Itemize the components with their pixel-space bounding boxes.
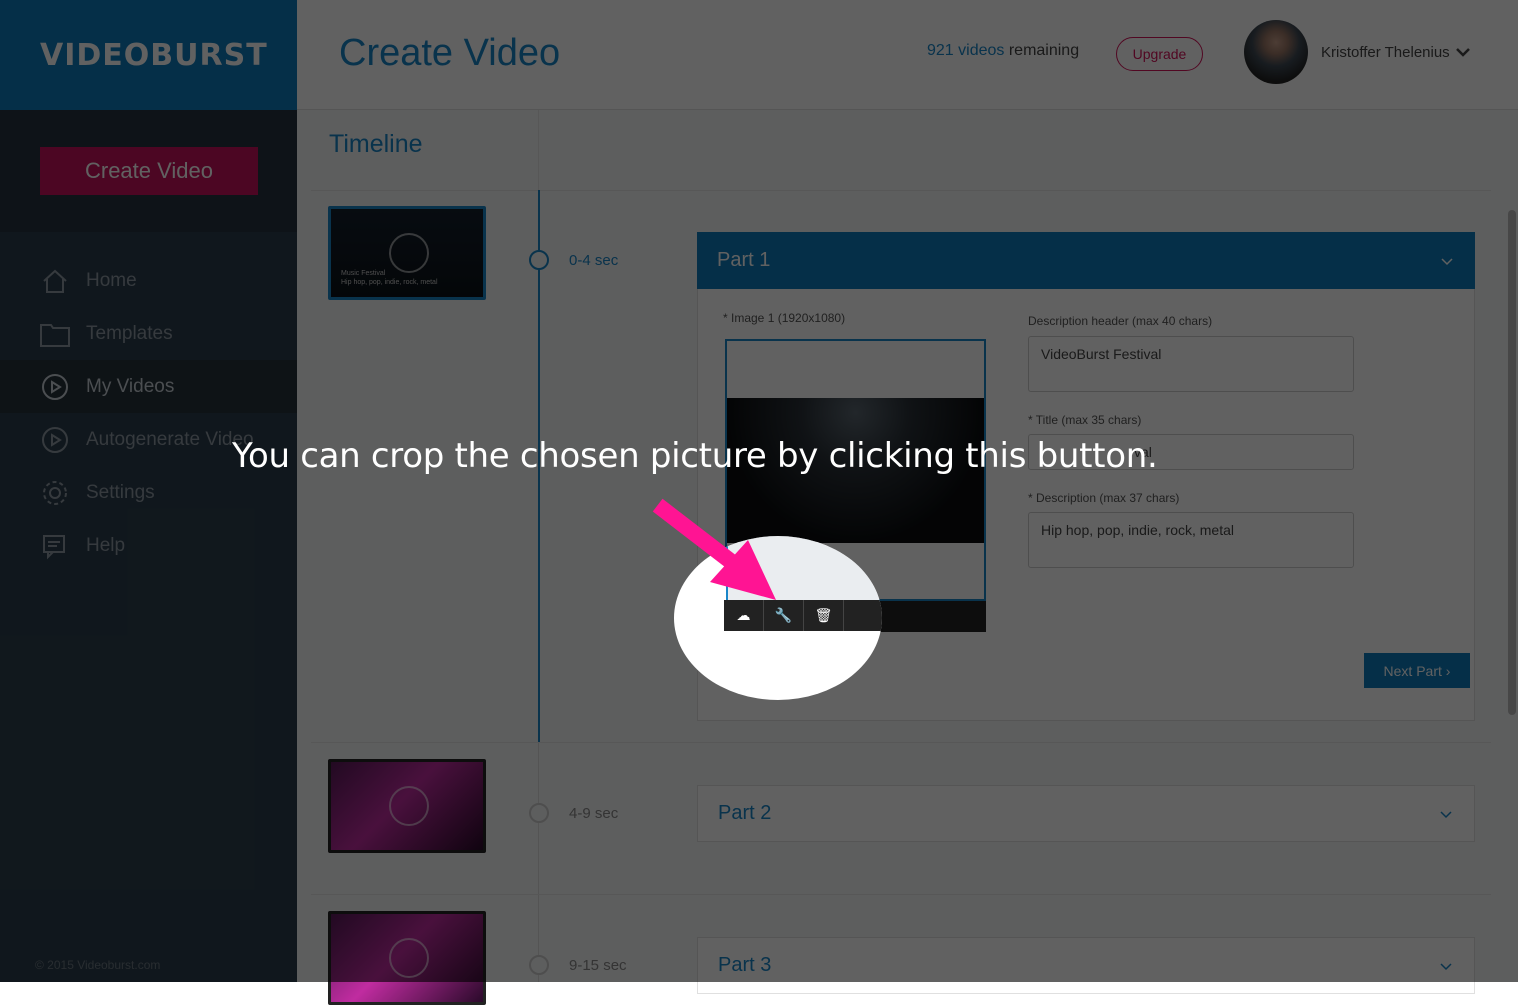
gear-icon [40,478,70,508]
logo-area: VIDEOBURST [0,0,297,110]
logo[interactable]: VIDEOBURST [40,38,268,73]
sidebar-item-help[interactable]: Help [0,519,297,572]
next-part-label: Next Part [1383,662,1442,679]
remaining-count: 921 videos [927,42,1005,59]
divider [311,742,1491,743]
top-header: Create Video 921 videos remaining Upgrad… [297,0,1518,110]
help-chat-icon [40,531,70,561]
sidebar-item-label: Templates [86,322,173,344]
description-input[interactable]: Hip hop, pop, indie, rock, metal [1028,512,1354,568]
play-circle-icon [40,372,70,402]
part-time: 9-15 sec [569,957,627,974]
part-time: 4-9 sec [569,805,619,822]
avatar[interactable] [1244,20,1308,84]
scrollbar[interactable] [1508,210,1516,715]
user-name: Kristoffer Thelenius [1321,44,1450,61]
chevron-down-icon [1441,249,1453,272]
play-icon [389,938,429,978]
part-thumbnail[interactable]: Music Festival Hip hop, pop, indie, rock… [328,206,486,300]
timeline-node [529,803,549,823]
trash-icon[interactable]: 🗑 [804,600,844,631]
part-thumbnail[interactable] [328,759,486,853]
part-title: Part 1 [717,249,771,271]
sidebar-item-label: Settings [86,481,155,503]
timeline-title: Timeline [329,130,423,158]
description-label: * Description (max 37 chars) [1028,491,1180,505]
sidebar-item-my-videos[interactable]: My Videos [0,360,297,413]
pointer-arrow-icon [652,498,776,600]
chevron-down-icon [1455,44,1470,61]
sidebar-item-home[interactable]: Home [0,254,297,307]
sidebar-item-label: My Videos [86,375,175,397]
home-icon [40,266,70,296]
thumbnail-title: Music Festival [341,270,386,277]
tutorial-text: You can crop the chosen picture by click… [232,436,1158,476]
remaining-suffix: remaining [1008,42,1080,59]
divider [538,110,539,190]
sidebar-item-label: Autogenerate Video [86,428,254,450]
part-title: Part 3 [718,954,772,976]
play-circle-icon [40,425,70,455]
create-area: Create Video [0,110,297,232]
sidebar-item-label: Help [86,534,126,556]
next-part-button[interactable]: Next Part › [1364,653,1470,688]
part-thumbnail[interactable] [328,911,486,1005]
desc-header-label: Description header (max 40 chars) [1028,314,1213,328]
upgrade-button[interactable]: Upgrade [1116,37,1203,71]
part-1-header[interactable]: Part 1 [697,232,1475,289]
part-3-header[interactable]: Part 3 [697,937,1475,994]
thumbnail-caption: Music Festival Hip hop, pop, indie, rock… [341,269,438,287]
chevron-down-icon [1440,802,1452,825]
videos-remaining: 921 videos remaining [927,42,1079,60]
sidebar: VIDEOBURST Create Video Home Templates M… [0,0,297,982]
description-header-input[interactable]: VideoBurst Festival [1028,336,1354,392]
user-menu[interactable]: Kristoffer Thelenius [1321,44,1470,61]
timeline-node [529,250,549,270]
part-title: Part 2 [718,802,772,824]
image-label: * Image 1 (1920x1080) [723,311,846,325]
thumbnail-subtitle: Hip hop, pop, indie, rock, metal [341,279,438,286]
folder-icon [40,319,70,349]
page-title: Create Video [339,32,561,74]
play-icon [389,786,429,826]
sidebar-nav: Home Templates My Videos Autogenerate Vi… [0,254,297,572]
sidebar-item-label: Home [86,269,137,291]
part-time: 0-4 sec [569,252,619,269]
timeline-line [538,742,539,982]
divider [311,190,1491,191]
main-content: Timeline Music Festival Hip hop, pop, in… [297,110,1518,1005]
sidebar-item-templates[interactable]: Templates [0,307,297,360]
timeline-node [529,955,549,975]
sidebar-footer: © 2015 Videoburst.com [35,958,161,972]
title-label: * Title (max 35 chars) [1028,413,1142,427]
create-video-button[interactable]: Create Video [40,147,258,195]
chevron-down-icon [1440,954,1452,977]
play-icon [389,233,429,273]
part-2-header[interactable]: Part 2 [697,785,1475,842]
divider [311,894,1491,895]
